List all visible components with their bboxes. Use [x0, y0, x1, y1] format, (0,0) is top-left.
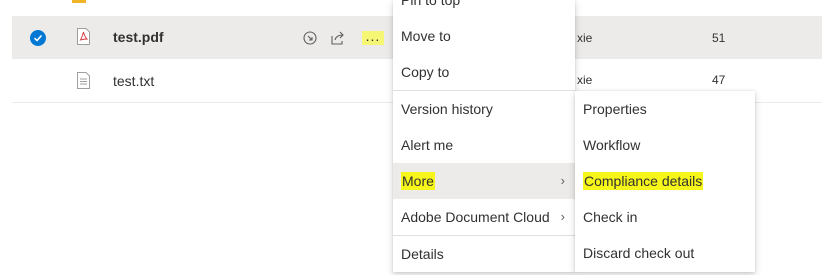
text-file-icon — [77, 72, 90, 89]
menu-item-move-to[interactable]: Move to — [393, 18, 575, 54]
menu-item-label: Alert me — [401, 137, 454, 153]
menu-item-label: More — [401, 172, 435, 190]
folder-icon-partial — [72, 0, 86, 3]
menu-item-label: Pin to top — [401, 0, 461, 8]
menu-item-version-history[interactable]: Version history — [393, 91, 575, 127]
file-size: 51 — [712, 31, 726, 45]
more-icon[interactable]: ... — [362, 29, 384, 45]
menu-item-label: Details — [401, 246, 444, 262]
menu-item-label: Discard check out — [583, 245, 695, 261]
submenu-item-discard-check-out[interactable]: Discard check out — [575, 235, 755, 271]
file-name[interactable]: test.pdf — [113, 29, 164, 45]
chevron-right-icon: › — [560, 209, 565, 224]
menu-item-pin-to-top[interactable]: Pin to top — [393, 0, 575, 18]
menu-item-alert-me[interactable]: Alert me — [393, 127, 575, 163]
chevron-right-icon: › — [560, 173, 565, 188]
context-menu: Pin to top Move to Copy to Version histo… — [393, 0, 575, 272]
menu-item-copy-to[interactable]: Copy to — [393, 54, 575, 90]
menu-item-label: Compliance details — [583, 172, 704, 190]
file-name[interactable]: test.txt — [113, 73, 154, 89]
menu-item-label: Move to — [401, 28, 451, 44]
pdf-file-icon — [77, 28, 90, 45]
submenu: Properties Workflow Compliance details C… — [575, 91, 755, 272]
menu-item-details[interactable]: Details — [393, 236, 575, 272]
menu-item-label: Properties — [583, 101, 647, 117]
menu-item-label: Copy to — [401, 64, 450, 80]
menu-item-label: Check in — [583, 209, 638, 225]
menu-item-label: Workflow — [583, 137, 641, 153]
menu-item-label: Version history — [401, 101, 493, 117]
submenu-item-workflow[interactable]: Workflow — [575, 127, 755, 163]
submenu-item-check-in[interactable]: Check in — [575, 199, 755, 235]
open-icon[interactable] — [302, 30, 318, 46]
submenu-item-properties[interactable]: Properties — [575, 91, 755, 127]
file-size: 47 — [712, 73, 726, 87]
share-icon[interactable] — [330, 30, 346, 46]
checkmark-icon[interactable] — [30, 30, 46, 46]
menu-item-adobe-document-cloud[interactable]: Adobe Document Cloud › — [393, 199, 575, 235]
menu-item-label: Adobe Document Cloud — [401, 209, 550, 225]
submenu-item-compliance-details[interactable]: Compliance details — [575, 163, 755, 199]
menu-item-more[interactable]: More › — [393, 163, 575, 199]
